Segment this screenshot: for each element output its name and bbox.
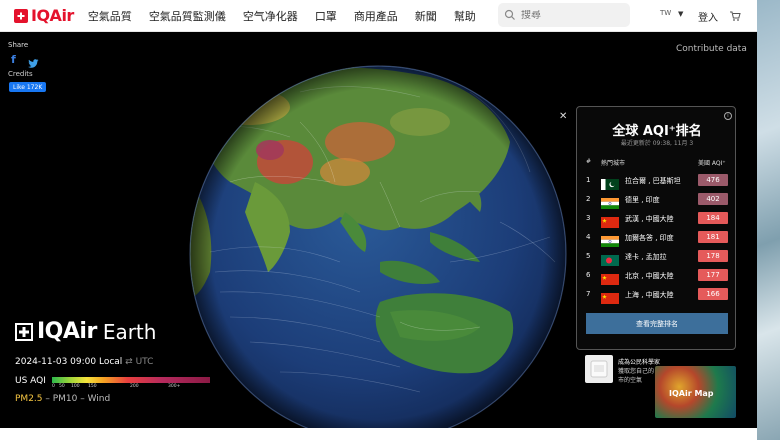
language-selector[interactable]: TW [660,9,671,17]
aqi-value-badge: 166 [698,288,728,300]
datetime-display: 2024-11-03 09:00 Local ⇄ UTC [15,357,153,367]
scale-tick: 300+ [168,384,181,389]
nav-air-monitors[interactable]: 空氣品質監測儀 [149,8,226,24]
aqi-scale-label: US AQI [15,376,46,386]
ranking-row[interactable]: 2 德里 , 印度 402 [577,190,737,209]
city-name: 上海 , 中國大陸 [625,291,674,299]
flag-cn-icon [601,213,619,228]
aqi-color-scale [52,377,210,383]
local-datetime[interactable]: 2024-11-03 09:00 Local [15,357,122,367]
ranking-row[interactable]: 6 北京 , 中國大陸 177 [577,266,737,285]
ranking-row[interactable]: 5 達卡 , 孟加拉 178 [577,247,737,266]
iqair-map-card[interactable]: IQAir Map [655,366,736,418]
ranking-row[interactable]: 3 武漢 , 中國大陸 184 [577,209,737,228]
rank-number: 3 [586,214,591,222]
search-input[interactable] [521,9,611,21]
aqi-value-badge: 476 [698,174,728,186]
logo-text: IQAir [31,6,74,25]
search-box[interactable] [498,3,630,27]
city-name: 北京 , 中國大陸 [625,272,674,280]
rank-number: 6 [586,271,591,279]
login-link[interactable]: 登入 [698,9,718,24]
top-nav-bar: IQAir 空氣品質 空氣品質監測儀 空气净化器 口罩 商用產品 新聞 幫助 [0,0,757,32]
nav-air-purifiers[interactable]: 空气净化器 [243,8,298,24]
scale-tick: 200 [130,384,139,389]
rank-number: 2 [586,195,591,203]
earth-logo-brand: IQAir [37,319,97,344]
map-card-label: IQAir Map [669,389,714,398]
info-icon[interactable]: i [724,112,732,120]
credits-link[interactable]: Credits [8,70,33,78]
swiss-cross-icon [15,322,33,341]
ranking-updated-time: 最近更新於 09:38, 11月 3 [620,140,694,147]
nav-help[interactable]: 幫助 [454,8,476,24]
pollutant-pm25[interactable]: PM2.5 [15,394,43,404]
flag-cn-icon [601,289,619,304]
flag-cn-icon [601,270,619,285]
flag-pk-icon [601,175,619,190]
scale-tick: 50 [59,384,65,389]
city-name: 加爾各答 , 印度 [625,234,674,242]
flag-in-icon [601,232,619,247]
ranking-row[interactable]: 4 加爾各答 , 印度 181 [577,228,737,247]
rank-number: 7 [586,290,591,298]
swiss-cross-icon [14,8,28,23]
view-full-ranking-button[interactable]: 查看完整排名 [586,313,728,334]
col-aqi: 美國 AQI⁺ [698,160,726,167]
main-nav: 空氣品質 空氣品質監測儀 空气净化器 口罩 商用產品 新聞 幫助 [88,8,493,24]
aqi-value-badge: 177 [698,269,728,281]
footer-strip [0,428,757,440]
aqi-value-badge: 181 [698,231,728,243]
pollutant-selector: PM2.5 – PM10 – Wind [15,394,110,404]
city-name: 達卡 , 孟加拉 [625,253,667,261]
pollutant-others[interactable]: – PM10 – Wind [43,394,110,404]
scale-tick: 0 [52,384,55,389]
aqi-value-badge: 402 [698,193,728,205]
scale-tick: 150 [88,384,97,389]
share-label: Share [8,41,29,49]
search-icon [504,9,515,20]
col-rank: # [586,158,592,165]
nav-air-quality[interactable]: 空氣品質 [88,8,132,24]
contribute-data-link[interactable]: Contribute data [676,44,747,54]
aqi-scale-ticks: 0 50 100 150 200 300+ [52,384,212,391]
aqi-value-badge: 178 [698,250,728,262]
iqair-earth-logo: IQAir Earth [15,319,156,344]
nav-masks[interactable]: 口罩 [315,8,337,24]
flag-in-icon [601,194,619,209]
earth-logo-sub: Earth [102,319,157,344]
chevron-down-icon[interactable]: ▼ [678,10,683,18]
air-monitor-device-image [585,355,613,383]
utc-toggle[interactable]: ⇄ UTC [125,357,153,367]
ranking-title: 全球 AQI⁺排名 [612,124,702,139]
col-city: 熱門城市 [601,160,626,167]
facebook-like-button[interactable]: Like 172K [9,82,47,92]
nav-news[interactable]: 新聞 [415,8,437,24]
global-aqi-ranking-panel: i 全球 AQI⁺排名 最近更新於 09:38, 11月 3 # 熱門城市 美國… [576,106,736,350]
scale-tick: 100 [71,384,80,389]
nav-business[interactable]: 商用產品 [354,8,398,24]
flag-bd-icon [601,251,619,266]
rank-number: 4 [586,233,591,241]
facebook-icon[interactable]: f [11,53,16,66]
background-photo-strip [757,0,780,440]
city-name: 拉合爾 , 巴基斯坦 [625,177,681,185]
close-icon[interactable]: ✕ [559,111,567,122]
rank-number: 1 [586,176,591,184]
city-name: 德里 , 印度 [625,196,660,204]
ranking-row[interactable]: 1 拉合爾 , 巴基斯坦 476 [577,171,737,190]
rank-number: 5 [586,252,591,260]
city-name: 武漢 , 中國大陸 [625,215,674,223]
citizen-scientist-title[interactable]: 成為公民科學家 [618,357,660,366]
iqair-logo[interactable]: IQAir [14,6,74,25]
aqi-value-badge: 184 [698,212,728,224]
ranking-row[interactable]: 7 上海 , 中國大陸 166 [577,285,737,304]
citizen-scientist-desc: 獲取您自己的 市的空氣 [618,368,655,384]
cart-icon[interactable] [729,7,741,26]
